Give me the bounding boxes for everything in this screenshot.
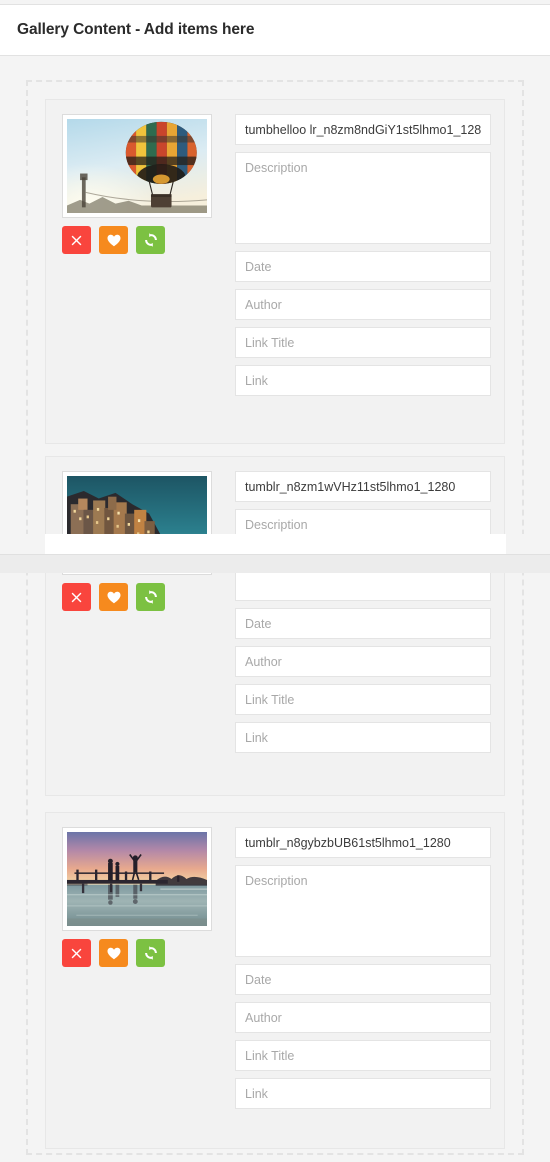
title-input[interactable] <box>235 114 491 145</box>
page-title: Gallery Content - Add items here <box>17 21 255 38</box>
refresh-button[interactable] <box>136 939 165 967</box>
link-title-input[interactable] <box>235 327 491 358</box>
screenshot-seam-line <box>0 554 550 555</box>
card-inner <box>46 457 504 795</box>
item-fields <box>235 827 491 1116</box>
thumbnail-image-balloon <box>67 119 207 213</box>
date-input[interactable] <box>235 251 491 282</box>
link-input[interactable] <box>235 722 491 753</box>
gallery-item-card[interactable] <box>45 456 505 796</box>
link-title-input[interactable] <box>235 1040 491 1071</box>
header-panel: Gallery Content - Add items here <box>0 4 550 56</box>
close-icon <box>71 592 82 602</box>
thumbnail-frame <box>62 827 212 931</box>
delete-button[interactable] <box>62 226 91 254</box>
title-input[interactable] <box>235 827 491 858</box>
link-title-input[interactable] <box>235 684 491 715</box>
heart-icon <box>107 591 120 603</box>
link-input[interactable] <box>235 365 491 396</box>
card-inner <box>46 813 504 1148</box>
thumbnail-frame <box>62 114 212 218</box>
author-input[interactable] <box>235 289 491 320</box>
favorite-button[interactable] <box>99 583 128 611</box>
link-input[interactable] <box>235 1078 491 1109</box>
close-icon <box>71 948 82 958</box>
item-action-buttons <box>62 939 165 967</box>
gallery-item-card[interactable] <box>45 99 505 444</box>
screenshot-seam-mask <box>0 534 550 555</box>
item-action-buttons <box>62 583 165 611</box>
screenshot-seam-mask-left <box>0 534 45 555</box>
refresh-icon <box>144 946 157 960</box>
refresh-icon <box>144 233 157 247</box>
date-input[interactable] <box>235 608 491 639</box>
favorite-button[interactable] <box>99 226 128 254</box>
item-action-buttons <box>62 226 165 254</box>
gallery-item-card[interactable] <box>45 812 505 1149</box>
screenshot-seam-band <box>0 555 550 573</box>
favorite-button[interactable] <box>99 939 128 967</box>
card-inner <box>46 100 504 443</box>
author-input[interactable] <box>235 1002 491 1033</box>
refresh-icon <box>144 590 157 604</box>
screenshot-seam-mask-right <box>506 534 550 555</box>
date-input[interactable] <box>235 964 491 995</box>
description-input[interactable] <box>235 865 491 957</box>
delete-button[interactable] <box>62 583 91 611</box>
title-input[interactable] <box>235 471 491 502</box>
description-input[interactable] <box>235 152 491 244</box>
refresh-button[interactable] <box>136 583 165 611</box>
thumbnail-image-pier <box>67 832 207 926</box>
delete-button[interactable] <box>62 939 91 967</box>
close-icon <box>71 235 82 245</box>
refresh-button[interactable] <box>136 226 165 254</box>
item-fields <box>235 114 491 403</box>
gallery-content-page: Gallery Content - Add items here <box>0 0 550 1162</box>
item-fields <box>235 471 491 760</box>
author-input[interactable] <box>235 646 491 677</box>
heart-icon <box>107 234 120 246</box>
heart-icon <box>107 947 120 959</box>
